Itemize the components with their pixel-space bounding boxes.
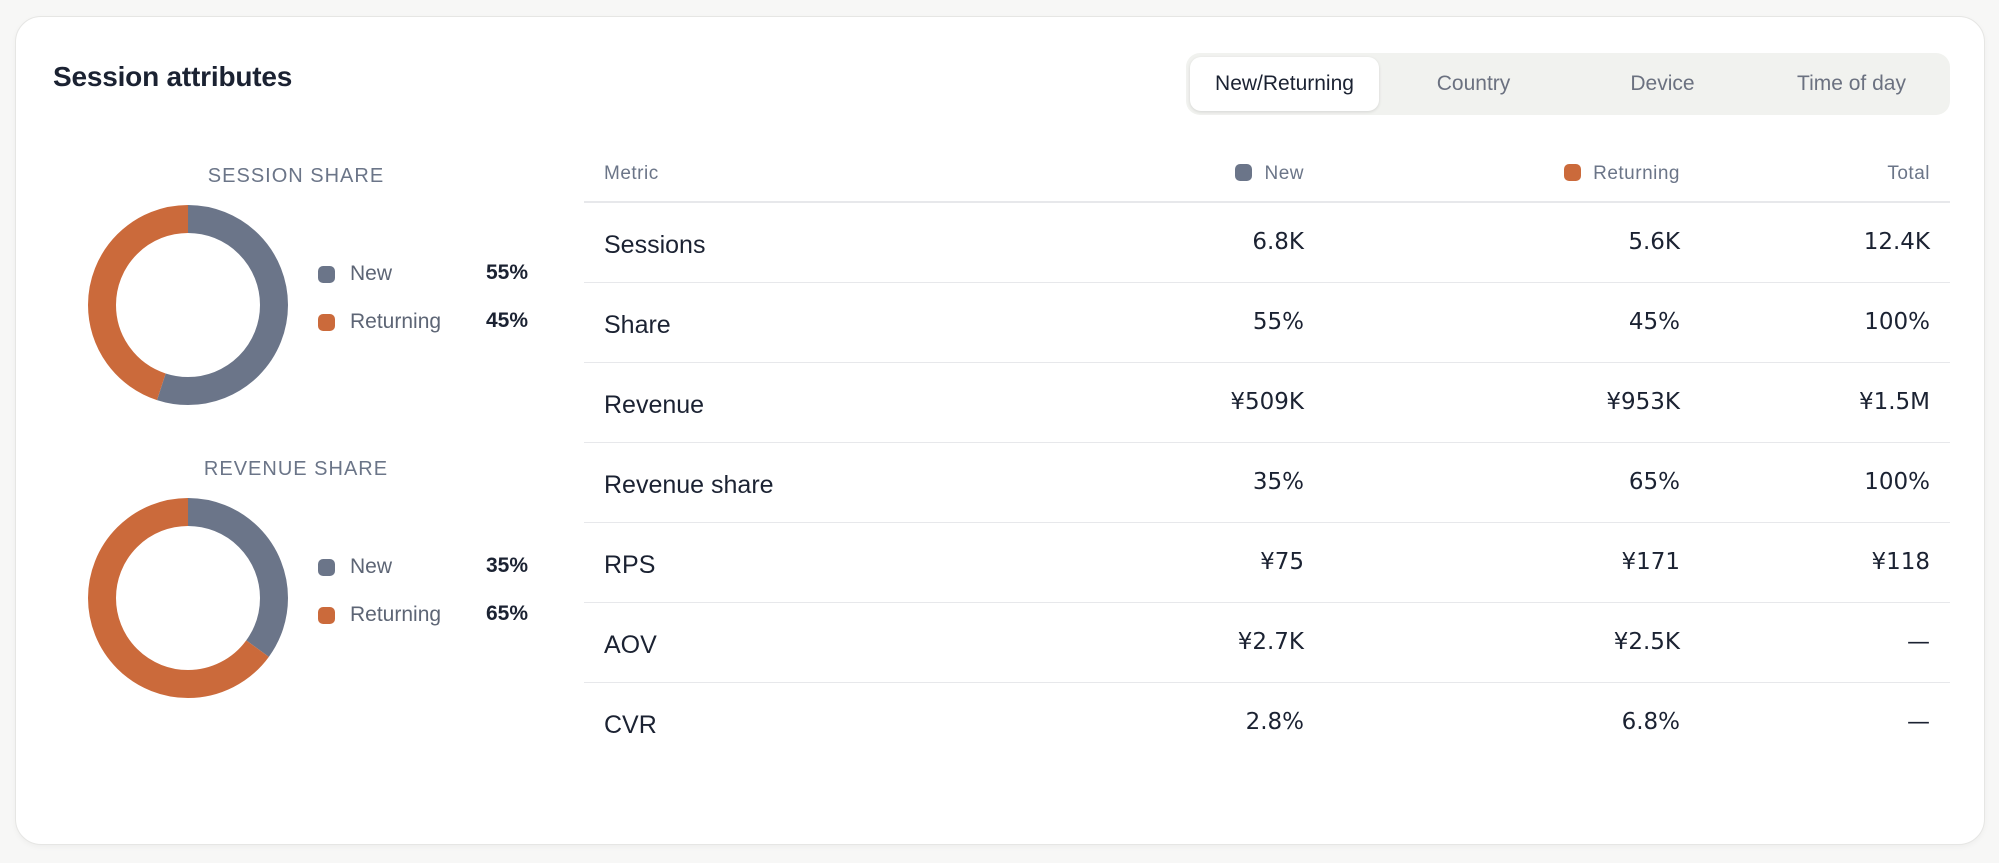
revenue-share-title: REVENUE SHARE bbox=[203, 458, 389, 480]
revenue-share-donut bbox=[88, 498, 288, 698]
cell-total: 100% bbox=[1864, 469, 1930, 495]
cell-returning: 5.6K bbox=[1628, 229, 1680, 255]
cell-metric: Sessions bbox=[604, 231, 706, 259]
cell-total: — bbox=[1907, 629, 1930, 655]
table-row: Revenue ¥509K ¥953K ¥1.5M bbox=[584, 363, 1950, 443]
cell-new: 35% bbox=[1252, 469, 1304, 495]
header-returning-label: Returning bbox=[1593, 163, 1680, 184]
tab-new-returning[interactable]: New/Returning bbox=[1190, 57, 1379, 111]
legend-value: 55% bbox=[485, 261, 528, 284]
segment-tabs: New/Returning Country Device Time of day bbox=[1186, 53, 1950, 115]
cell-metric: Share bbox=[604, 311, 671, 339]
card-title: Session attributes bbox=[53, 61, 293, 92]
header-new: New bbox=[1235, 163, 1304, 185]
cell-total: ¥118 bbox=[1871, 549, 1930, 575]
header-new-label: New bbox=[1264, 163, 1304, 184]
cell-metric: Revenue share bbox=[604, 471, 774, 499]
table-row: Revenue share 35% 65% 100% bbox=[584, 443, 1950, 523]
session-share-block: SESSION SHARE New 55% Returning 45% bbox=[56, 147, 536, 427]
cell-total: 100% bbox=[1864, 309, 1930, 335]
cell-new: 55% bbox=[1252, 309, 1304, 335]
cell-new: ¥75 bbox=[1260, 549, 1304, 575]
cell-metric: AOV bbox=[604, 631, 657, 659]
returning-swatch-icon bbox=[1564, 164, 1582, 181]
cell-new: ¥2.7K bbox=[1237, 629, 1304, 655]
new-swatch-icon bbox=[1235, 164, 1253, 181]
new-swatch-icon bbox=[318, 559, 335, 576]
session-share-legend-new: New 55% bbox=[318, 259, 528, 289]
cell-metric: RPS bbox=[604, 551, 656, 579]
cell-metric: CVR bbox=[604, 711, 657, 739]
legend-value: 45% bbox=[485, 309, 528, 332]
cell-metric: Revenue bbox=[604, 391, 705, 419]
legend-label: New bbox=[350, 555, 393, 578]
cell-total: ¥1.5M bbox=[1858, 389, 1930, 415]
table-row: Sessions 6.8K 5.6K 12.4K bbox=[584, 203, 1950, 283]
cell-returning: ¥953K bbox=[1606, 389, 1680, 415]
legend-label: Returning bbox=[350, 603, 442, 626]
revenue-share-legend-returning: Returning 65% bbox=[318, 600, 528, 630]
cell-new: 2.8% bbox=[1245, 709, 1304, 735]
tab-device[interactable]: Device bbox=[1568, 57, 1757, 111]
session-attributes-card: Session attributes New/Returning Country… bbox=[15, 16, 1985, 845]
new-swatch-icon bbox=[318, 266, 335, 283]
metrics-table: Metric New Returning Total Sessions 6.8K… bbox=[584, 147, 1950, 763]
cell-total: — bbox=[1907, 709, 1930, 735]
revenue-share-legend-new: New 35% bbox=[318, 552, 528, 582]
table-body: Sessions 6.8K 5.6K 12.4K Share 55% 45% 1… bbox=[584, 203, 1950, 763]
session-share-legend-returning: Returning 45% bbox=[318, 307, 528, 337]
cell-total: 12.4K bbox=[1863, 229, 1930, 255]
legend-label: Returning bbox=[350, 310, 442, 333]
table-header: Metric New Returning Total bbox=[584, 147, 1950, 203]
cell-new: ¥509K bbox=[1230, 389, 1304, 415]
cell-returning: 65% bbox=[1628, 469, 1680, 495]
session-share-title: SESSION SHARE bbox=[207, 165, 385, 187]
returning-swatch-icon bbox=[318, 607, 335, 624]
header-metric: Metric bbox=[604, 163, 659, 184]
cell-returning: ¥171 bbox=[1621, 549, 1680, 575]
legend-value: 65% bbox=[485, 602, 528, 625]
table-row: CVR 2.8% 6.8% — bbox=[584, 683, 1950, 763]
tab-country[interactable]: Country bbox=[1379, 57, 1568, 111]
table-row: RPS ¥75 ¥171 ¥118 bbox=[584, 523, 1950, 603]
legend-value: 35% bbox=[485, 554, 528, 577]
cell-returning: 6.8% bbox=[1621, 709, 1680, 735]
revenue-share-block: REVENUE SHARE New 35% Returning 65% bbox=[56, 440, 536, 720]
session-share-donut bbox=[88, 205, 288, 405]
tab-time-of-day[interactable]: Time of day bbox=[1757, 57, 1946, 111]
cell-returning: ¥2.5K bbox=[1613, 629, 1680, 655]
table-row: AOV ¥2.7K ¥2.5K — bbox=[584, 603, 1950, 683]
cell-returning: 45% bbox=[1628, 309, 1680, 335]
legend-label: New bbox=[350, 262, 393, 285]
header-returning: Returning bbox=[1564, 163, 1680, 185]
header-total: Total bbox=[1887, 163, 1930, 184]
returning-swatch-icon bbox=[318, 314, 335, 331]
cell-new: 6.8K bbox=[1252, 229, 1304, 255]
table-row: Share 55% 45% 100% bbox=[584, 283, 1950, 363]
